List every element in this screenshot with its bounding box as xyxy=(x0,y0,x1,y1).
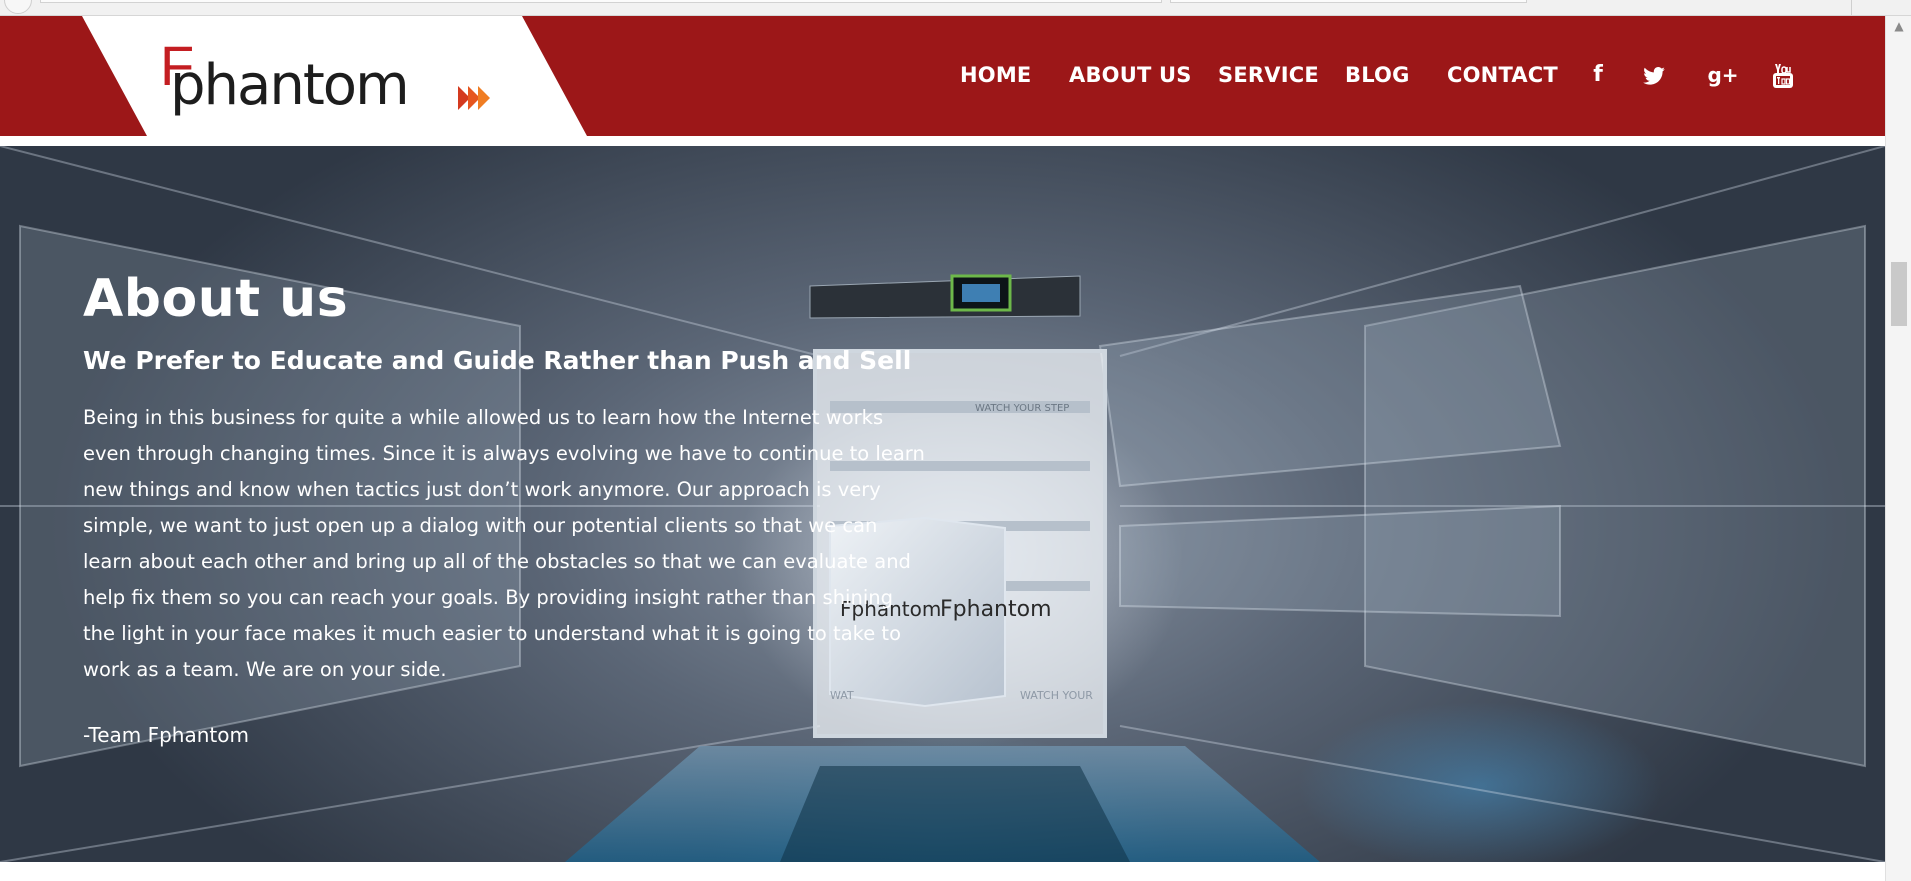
twitter-icon[interactable] xyxy=(1643,67,1665,85)
page-subtitle: We Prefer to Educate and Guide Rather th… xyxy=(83,345,912,375)
nav-home[interactable]: HOME xyxy=(960,63,1031,87)
about-us-hero: WATCH YOUR STEP Fphantom Fphantom WATCH … xyxy=(0,146,1885,862)
logo-arrows-icon xyxy=(458,86,490,110)
about-paragraph-line: Being in this business for quite a while… xyxy=(83,406,884,429)
about-paragraph-line: learn about each other and bring up all … xyxy=(83,550,911,573)
search-bar[interactable] xyxy=(1170,0,1527,3)
nav-service[interactable]: SERVICE xyxy=(1218,63,1319,87)
nav-contact[interactable]: CONTACT xyxy=(1447,63,1558,87)
floor-sign-left-text: WAT xyxy=(830,689,854,702)
address-bar[interactable] xyxy=(40,0,1162,3)
google-plus-icon[interactable]: g+ xyxy=(1706,60,1740,90)
about-paragraph: Being in this business for quite a while… xyxy=(83,400,925,688)
door-sign-text: WATCH YOUR STEP xyxy=(975,403,1069,414)
google-plus-icon-glyph: g+ xyxy=(1707,63,1739,87)
browser-button[interactable] xyxy=(4,0,32,14)
team-signature: -Team Fphantom xyxy=(83,723,249,747)
page-title: About us xyxy=(83,268,349,329)
site-header: F phantom HOME ABOUT US SERVICE BLOG CON… xyxy=(0,16,1885,136)
scroll-up-arrow-icon[interactable]: ▲ xyxy=(1886,16,1911,36)
main-nav: HOME ABOUT US SERVICE BLOG CONTACT f g+ xyxy=(960,16,1810,136)
facebook-icon[interactable]: f xyxy=(1589,60,1607,90)
browser-top-strip xyxy=(0,0,1911,16)
about-paragraph-line: the light in your face makes it much eas… xyxy=(83,622,902,645)
nav-blog[interactable]: BLOG xyxy=(1345,63,1410,87)
site-logo[interactable]: F phantom xyxy=(160,38,500,122)
divider xyxy=(1851,0,1852,15)
scroll-thumb[interactable] xyxy=(1891,262,1907,326)
facebook-icon-glyph: f xyxy=(1593,62,1603,87)
floor-sign-text: WATCH YOUR xyxy=(1020,689,1093,702)
youtube-icon[interactable] xyxy=(1773,64,1793,88)
about-paragraph-line: even through changing times. Since it is… xyxy=(83,442,925,465)
page-scrollbar[interactable]: ▲ xyxy=(1885,16,1911,881)
nav-about-us[interactable]: ABOUT US xyxy=(1069,63,1192,87)
about-paragraph-line: new things and know when tactics just do… xyxy=(83,478,881,501)
about-paragraph-line: work as a team. We are on your side. xyxy=(83,658,447,681)
cube-logo-right: Fphantom xyxy=(940,597,1052,622)
about-paragraph-line: help fix them so you can reach your goal… xyxy=(83,586,893,609)
logo-wordmark: phantom xyxy=(170,53,410,118)
about-paragraph-line: simple, we want to just open up a dialog… xyxy=(83,514,878,537)
